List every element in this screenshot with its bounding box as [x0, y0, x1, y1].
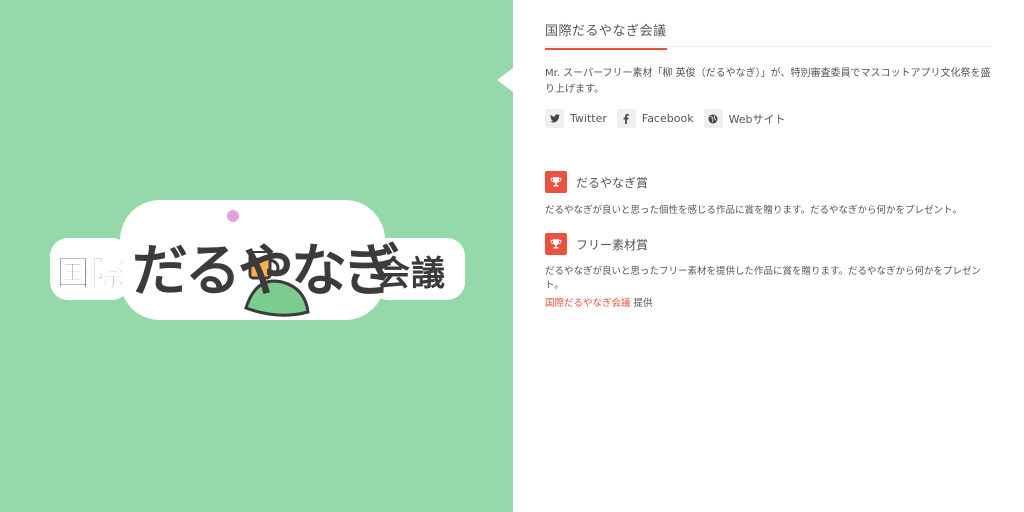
credit-link[interactable]: 国際だるやなぎ会議: [545, 298, 631, 309]
website-label: Webサイト: [728, 112, 786, 126]
award-header-daruyanagi: だるやなぎ賞: [545, 171, 648, 193]
logo-main-text: だるやなぎ: [132, 239, 399, 304]
trophy-icon: [545, 171, 567, 193]
award-description: だるやなぎが良いと思った個性を感じる作品に賞を贈ります。だるやなぎから何かをプレ…: [545, 205, 962, 216]
facebook-icon: [616, 109, 636, 128]
award-header-free-material: フリー素材賞: [545, 233, 648, 255]
twitter-label: Twitter: [570, 112, 607, 125]
award-description: だるやなぎが良いと思ったフリー素材を提供した作品に賞を贈ります。だるやなぎから何…: [545, 266, 982, 291]
trophy-icon: [545, 233, 567, 255]
website-link[interactable]: Webサイト: [703, 109, 786, 128]
credit-suffix: 提供: [633, 298, 653, 309]
facebook-link[interactable]: Facebook: [616, 109, 694, 128]
social-links: Twitter Facebook Webサイト: [545, 109, 786, 128]
logo-image: 国際 だるやなぎ 会議: [50, 200, 465, 320]
logo-suffix-text: 会議: [376, 254, 446, 294]
twitter-link[interactable]: Twitter: [545, 109, 607, 128]
sponsor-title-bar: 国際だるやなぎ会議: [545, 20, 992, 50]
award-title: だるやなぎ賞: [576, 175, 649, 190]
panel-pointer-arrow: [497, 68, 513, 92]
sponsor-panel: 国際だるやなぎ会議 Mr. スーパーフリー素材「柳 英俊（だるやなぎ）」が、特別…: [545, 0, 995, 512]
hero-panel: 国際 だるやなぎ 会議: [0, 0, 513, 512]
sponsor-description: Mr. スーパーフリー素材「柳 英俊（だるやなぎ）」が、特別審査委員でマスコット…: [545, 68, 991, 95]
sponsor-title: 国際だるやなぎ会議: [545, 23, 667, 50]
award-title: フリー素材賞: [576, 237, 649, 252]
logo-prefix-text: 国際: [56, 254, 126, 294]
facebook-label: Facebook: [641, 112, 694, 125]
credit-line: 国際だるやなぎ会議 提供: [545, 295, 653, 309]
globe-icon: [703, 109, 723, 128]
twitter-icon: [545, 109, 564, 128]
